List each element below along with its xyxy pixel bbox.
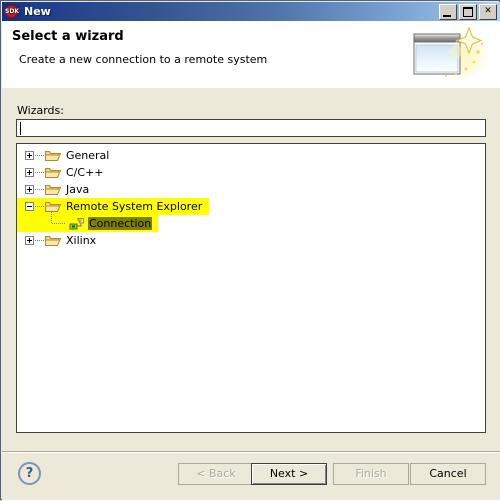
close-button[interactable]: ✕ — [479, 3, 497, 20]
tree-item-c-c[interactable]: C/C++ — [17, 164, 485, 181]
tree-item-java[interactable]: Java — [17, 181, 485, 198]
highlight-wrapper: Connection — [17, 211, 485, 232]
help-button[interactable]: ? — [18, 462, 41, 485]
wizard-window-sparkle-icon — [413, 26, 489, 80]
finish-button[interactable]: Finish — [333, 463, 409, 485]
window-controls: ✕ — [439, 3, 497, 20]
page-description: Create a new connection to a remote syst… — [19, 53, 268, 66]
expand-icon[interactable] — [25, 185, 34, 194]
tree-item-xilinx[interactable]: Xilinx — [17, 232, 485, 249]
cancel-button[interactable]: Cancel — [410, 463, 486, 485]
minimize-button[interactable] — [439, 3, 457, 20]
tree-connector — [35, 154, 44, 157]
next-button[interactable]: Next > — [251, 463, 327, 485]
expand-icon[interactable] — [25, 168, 34, 177]
tree-item-connection[interactable]: Connection — [17, 211, 159, 232]
tree-item-label: Remote System Explorer — [66, 200, 203, 213]
tree-item-general[interactable]: General — [17, 147, 485, 164]
folder-icon — [45, 166, 62, 179]
back-button[interactable]: < Back — [178, 463, 254, 485]
tree-item-label: Xilinx — [66, 234, 97, 247]
wizard-tree-panel[interactable]: General C/C++ Java Remote System Explorer Co… — [16, 143, 486, 433]
tree-connector — [47, 211, 69, 232]
wizard-filter-input[interactable] — [16, 119, 486, 137]
wizard-header: Select a wizard Create a new connection … — [2, 21, 500, 88]
sdk-icon-text: SDK — [5, 7, 19, 15]
tree-connector — [35, 205, 44, 208]
tree-item-label: Java — [66, 183, 90, 196]
tree-connector — [35, 239, 44, 242]
collapse-icon[interactable] — [25, 202, 34, 211]
tree-item-remote-system-explorer[interactable]: Remote System Explorer — [17, 198, 210, 215]
tree-connector — [35, 171, 44, 174]
tree-connector — [35, 188, 44, 191]
folder-icon — [45, 200, 62, 213]
title-bar[interactable]: SDK New ✕ — [2, 2, 500, 21]
wizard-tree: General C/C++ Java Remote System Explorer Co… — [17, 147, 485, 249]
new-wizard-dialog: SDK New ✕ Select a wizard Create a new c… — [0, 0, 500, 501]
highlight-wrapper: Remote System Explorer — [17, 198, 485, 215]
text-caret — [20, 122, 21, 135]
dialog-body: Wizards: General C/C++ Java Remote System E… — [2, 88, 500, 452]
folder-icon — [45, 149, 62, 162]
page-title: Select a wizard — [12, 29, 124, 44]
connection-icon — [69, 217, 85, 231]
maximize-button[interactable] — [459, 3, 477, 20]
sdk-icon: SDK — [4, 3, 20, 20]
expand-icon[interactable] — [25, 236, 34, 245]
folder-icon — [45, 234, 62, 247]
tree-item-label: Connection — [88, 217, 153, 230]
folder-icon — [45, 183, 62, 196]
expand-icon[interactable] — [25, 151, 34, 160]
window-title: New — [24, 5, 51, 18]
tree-item-label: C/C++ — [66, 166, 104, 179]
tree-item-label: General — [66, 149, 110, 162]
dialog-button-bar: ? < Back Next > Finish Cancel — [2, 451, 500, 501]
wizards-label: Wizards: — [17, 104, 64, 117]
footer-divider — [2, 451, 500, 452]
